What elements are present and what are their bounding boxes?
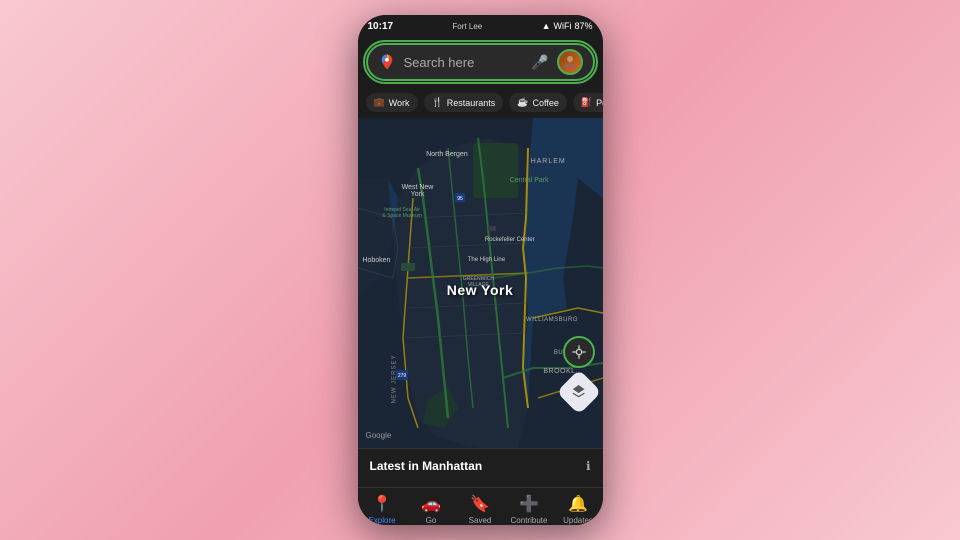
contribute-icon: ➕ xyxy=(519,494,539,514)
nav-go-label: Go xyxy=(426,516,437,525)
bottom-sheet: Latest in Manhattan ℹ xyxy=(358,448,603,487)
mic-icon[interactable]: 🎤 xyxy=(531,54,548,71)
category-restaurants[interactable]: 🍴 Restaurants xyxy=(424,93,504,112)
category-work[interactable]: 💼 Work xyxy=(366,93,418,112)
intrepid-label: Intrepid Sea, Air& Space Museum xyxy=(377,207,427,219)
work-icon: 💼 xyxy=(374,97,385,108)
category-bar: 💼 Work 🍴 Restaurants ☕ Coffee ⛽ Petrol xyxy=(358,87,603,118)
status-location: Fort Lee xyxy=(452,22,482,31)
nav-saved-label: Saved xyxy=(469,516,492,525)
williamsburg-label: WILLIAMSBURG xyxy=(526,317,578,323)
google-watermark: Google xyxy=(366,431,392,440)
west-new-york-label: West NewYork xyxy=(402,184,434,198)
crosshair-icon xyxy=(571,344,587,360)
search-bar-container: Search here 🎤 xyxy=(358,37,603,87)
category-petrol-label: Petrol xyxy=(596,98,602,108)
nav-go[interactable]: 🚗 Go xyxy=(407,494,456,525)
nav-updates[interactable]: 🔔 Updates xyxy=(554,494,603,525)
hoboken-label: Hoboken xyxy=(362,257,390,264)
nav-saved[interactable]: 🔖 Saved xyxy=(456,494,505,525)
status-icons: ▲ WiFi 87% xyxy=(542,21,593,31)
bottom-nav: 📍 Explore 🚗 Go 🔖 Saved ➕ Contribute 🔔 Up… xyxy=(358,487,603,525)
restaurants-icon: 🍴 xyxy=(432,97,443,108)
category-work-label: Work xyxy=(389,98,410,108)
nav-updates-label: Updates xyxy=(563,516,593,525)
updates-icon: 🔔 xyxy=(568,494,588,514)
new-york-label: New York xyxy=(447,282,514,298)
location-button[interactable] xyxy=(563,336,595,368)
search-bar[interactable]: Search here 🎤 xyxy=(366,43,595,81)
new-jersey-label: NEW JERSEY xyxy=(391,354,397,403)
nav-explore[interactable]: 📍 Explore xyxy=(358,494,407,525)
category-restaurants-label: Restaurants xyxy=(447,98,496,108)
category-petrol[interactable]: ⛽ Petrol xyxy=(573,93,603,112)
north-bergen-label: North Bergen xyxy=(426,151,468,158)
info-icon[interactable]: ℹ xyxy=(586,459,591,473)
status-bar: 10:17 Fort Lee ▲ WiFi 87% xyxy=(358,15,603,37)
category-coffee-label: Coffee xyxy=(533,98,559,108)
harlem-label: HARLEM xyxy=(531,158,566,165)
rockefeller-label: Rockefeller Center xyxy=(485,237,535,243)
saved-icon: 🔖 xyxy=(470,494,490,514)
status-time: 10:17 xyxy=(368,21,394,32)
nav-explore-label: Explore xyxy=(368,516,395,525)
go-icon: 🚗 xyxy=(421,494,441,514)
svg-text:279: 279 xyxy=(397,373,406,379)
bottom-sheet-header: Latest in Manhattan ℹ xyxy=(370,459,591,473)
central-park-label: Central Park xyxy=(510,177,549,184)
nav-contribute-label: Contribute xyxy=(511,516,548,525)
google-maps-logo-icon xyxy=(378,53,396,71)
phone-frame: 10:17 Fort Lee ▲ WiFi 87% Search here 🎤 xyxy=(358,15,603,525)
battery-icon: 87% xyxy=(574,21,592,31)
petrol-icon: ⛽ xyxy=(581,97,592,108)
signal-icon: ▲ xyxy=(542,21,551,31)
bottom-sheet-title: Latest in Manhattan xyxy=(370,459,483,473)
explore-icon: 📍 xyxy=(372,494,392,514)
wifi-icon: WiFi xyxy=(553,21,571,31)
category-coffee[interactable]: ☕ Coffee xyxy=(509,93,567,112)
user-avatar[interactable] xyxy=(557,49,583,75)
search-placeholder: Search here xyxy=(404,55,524,70)
nav-contribute[interactable]: ➕ Contribute xyxy=(505,494,554,525)
svg-text:95: 95 xyxy=(457,196,463,202)
high-line-label: The High Line xyxy=(468,257,505,263)
layers-icon xyxy=(572,384,586,401)
map-area[interactable]: 279 95 HARLEM North Bergen West NewYork … xyxy=(358,118,603,448)
coffee-icon: ☕ xyxy=(517,97,528,108)
